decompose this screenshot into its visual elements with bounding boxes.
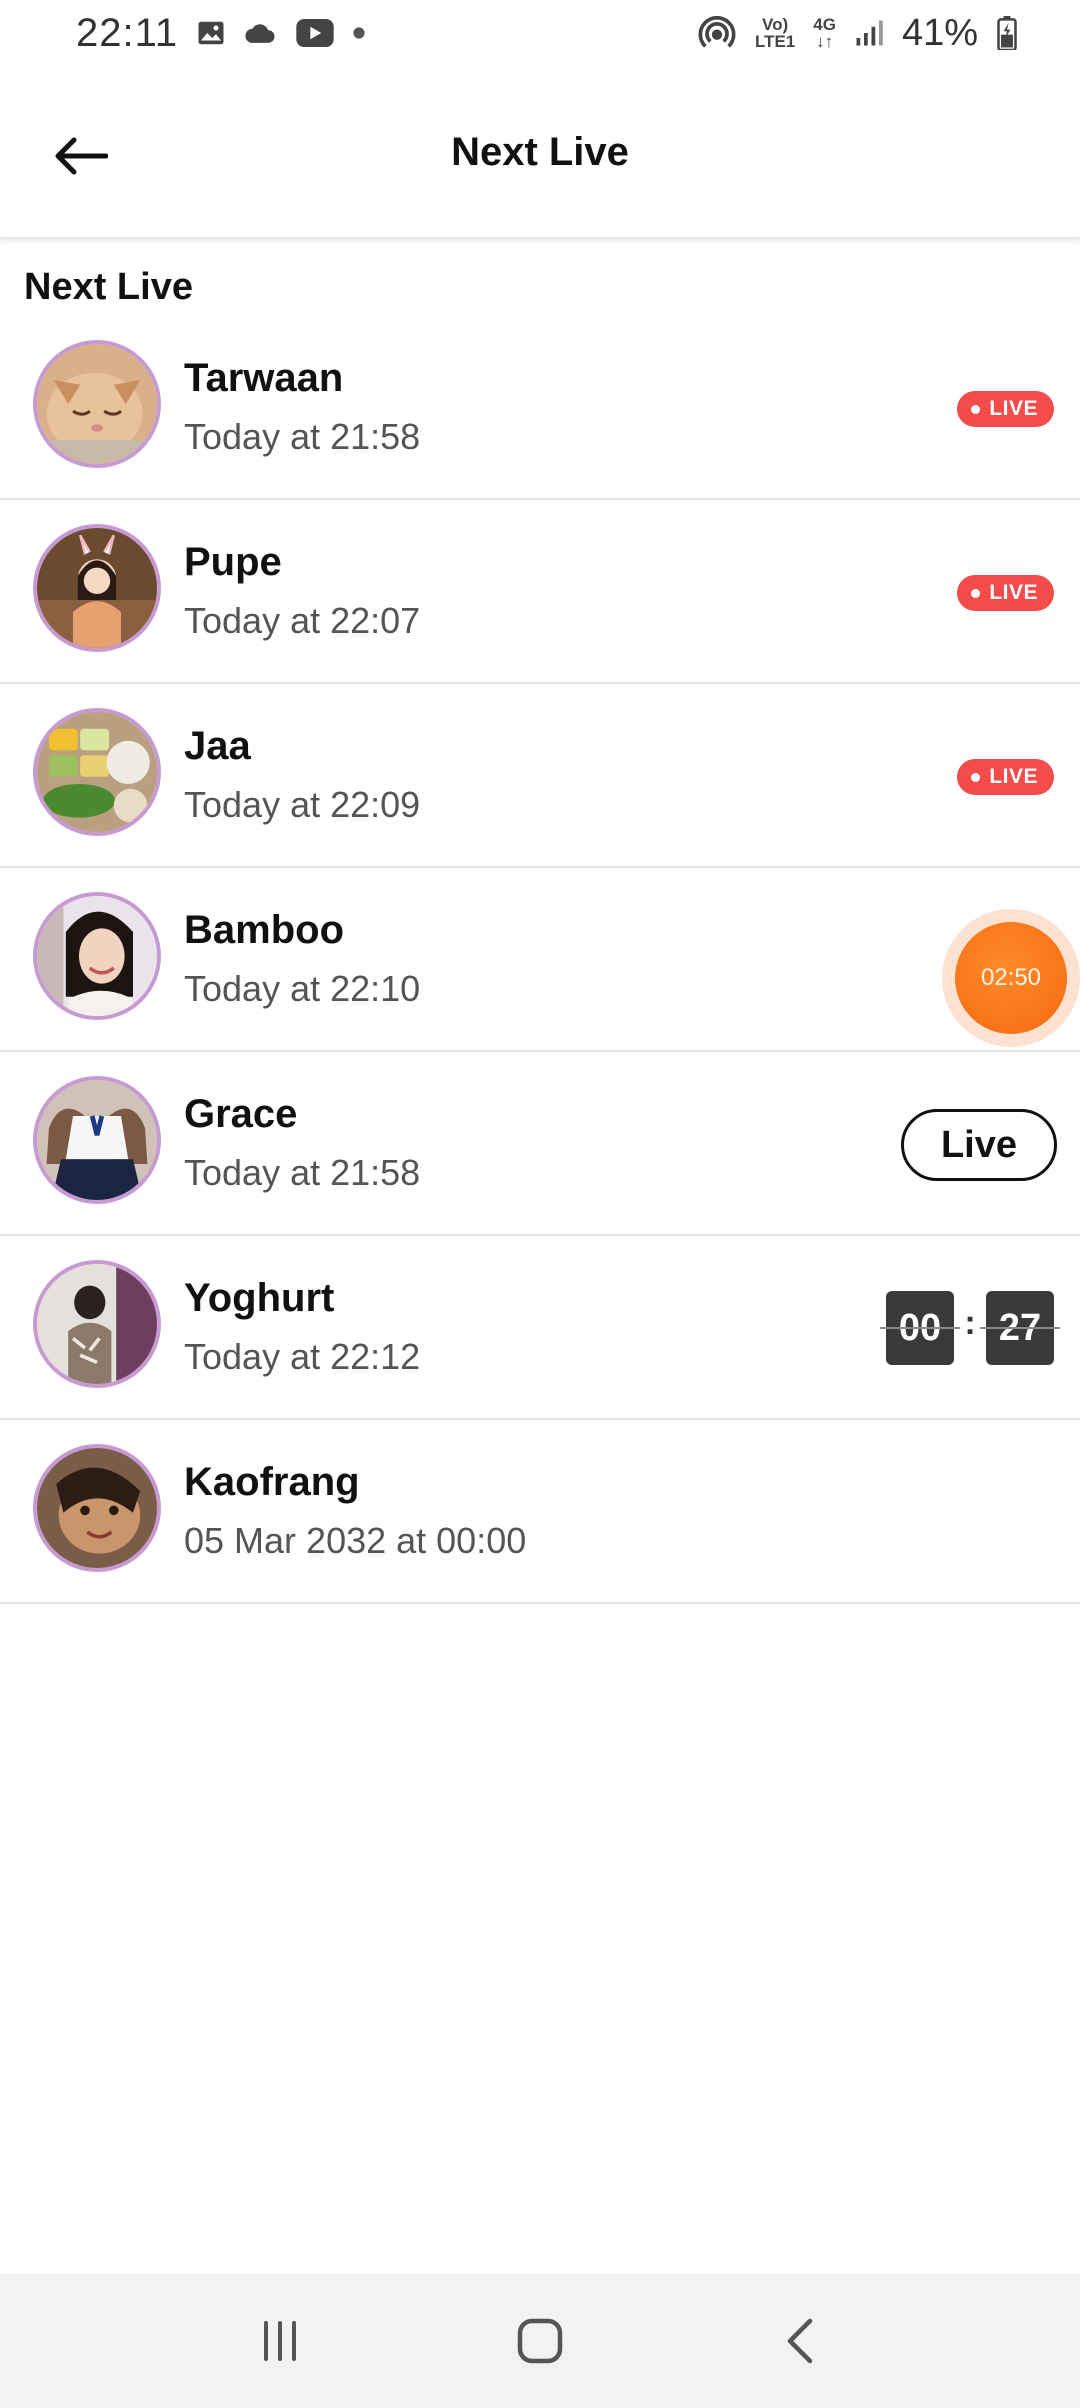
row-name: Bamboo xyxy=(184,908,344,952)
recents-icon xyxy=(264,2321,296,2361)
status-bar-left: 22:11 xyxy=(76,11,366,56)
row-time: 05 Mar 2032 at 00:00 xyxy=(184,1520,527,1561)
cloud-icon xyxy=(244,20,278,46)
app-bar: Next Live xyxy=(0,66,1080,238)
avatar xyxy=(33,708,161,836)
hotspot-icon xyxy=(697,13,737,53)
flip-clock-seconds: 27 xyxy=(980,1291,1060,1365)
row-name: Kaofrang xyxy=(184,1460,360,1504)
battery-charging-icon xyxy=(996,16,1018,50)
live-badge-label: LIVE xyxy=(989,765,1038,788)
recents-button[interactable] xyxy=(230,2291,330,2391)
volte-indicator: Vo) LTE1 xyxy=(755,16,795,50)
list-item[interactable]: Yoghurt Today at 22:12 00 : 27 xyxy=(0,1236,1080,1420)
flip-clock-timer: 00 : 27 xyxy=(880,1291,1060,1365)
live-list: Tarwaan Today at 21:58 LIVE Pupe Today a… xyxy=(0,316,1080,1604)
row-name: Jaa xyxy=(184,724,251,768)
signal-icon xyxy=(854,18,884,48)
row-time: Today at 21:58 xyxy=(184,416,421,457)
live-dot-icon xyxy=(971,588,981,598)
chevron-left-icon xyxy=(787,2318,813,2364)
back-button[interactable] xyxy=(40,116,120,196)
status-bar: 22:11 Vo) LTE1 4G ↓↑ 41% xyxy=(0,0,1080,66)
row-time: Today at 22:12 xyxy=(184,1336,421,1377)
arrow-left-icon xyxy=(55,137,108,175)
home-button[interactable] xyxy=(490,2291,590,2391)
avatar xyxy=(33,1260,161,1388)
live-dot-icon xyxy=(971,404,981,414)
live-badge[interactable]: LIVE xyxy=(957,391,1054,427)
system-back-button[interactable] xyxy=(750,2291,850,2391)
list-item[interactable]: Kaofrang 05 Mar 2032 at 00:00 xyxy=(0,1420,1080,1604)
list-item[interactable]: Tarwaan Today at 21:58 LIVE xyxy=(0,316,1080,500)
row-name: Pupe xyxy=(184,540,282,584)
row-name: Grace xyxy=(184,1092,298,1136)
home-icon xyxy=(517,2318,563,2364)
status-bar-right: Vo) LTE1 4G ↓↑ 41% xyxy=(697,12,1018,55)
avatar xyxy=(33,892,161,1020)
avatar xyxy=(33,340,161,468)
gallery-icon xyxy=(196,18,226,48)
flip-clock-minutes: 00 xyxy=(880,1291,960,1365)
youtube-icon xyxy=(296,19,334,47)
section-title: Next Live xyxy=(24,266,193,308)
notification-dot-icon xyxy=(352,26,366,40)
live-badge-label: LIVE xyxy=(989,581,1038,604)
live-badge[interactable]: LIVE xyxy=(957,759,1054,795)
live-dot-icon xyxy=(971,772,981,782)
row-time: Today at 22:09 xyxy=(184,784,421,825)
avatar xyxy=(33,1444,161,1572)
row-name: Yoghurt xyxy=(184,1276,335,1320)
avatar xyxy=(33,524,161,652)
list-item[interactable]: Grace Today at 21:58 Live xyxy=(0,1052,1080,1236)
list-item[interactable]: Pupe Today at 22:07 LIVE xyxy=(0,500,1080,684)
avatar xyxy=(33,1076,161,1204)
flip-clock-separator: : xyxy=(964,1303,976,1342)
page-title: Next Live xyxy=(451,129,629,174)
countdown-label: 02:50 xyxy=(955,922,1067,1034)
list-item[interactable]: Bamboo Today at 22:10 02:50 xyxy=(0,868,1080,1052)
row-time: Today at 22:10 xyxy=(184,968,421,1009)
network-type-label: 4G xyxy=(813,15,836,34)
next-live-screen: 22:11 Vo) LTE1 4G ↓↑ 41% Next Live Next … xyxy=(0,0,1080,2408)
live-badge-label: LIVE xyxy=(989,397,1038,420)
live-badge[interactable]: LIVE xyxy=(957,575,1054,611)
network-type-indicator: 4G ↓↑ xyxy=(813,15,836,51)
battery-percent: 41% xyxy=(901,11,978,54)
status-time: 22:11 xyxy=(76,10,179,55)
row-time: Today at 21:58 xyxy=(184,1152,421,1193)
system-nav-bar xyxy=(0,2274,1080,2408)
countdown-timer[interactable]: 02:50 xyxy=(942,909,1080,1047)
row-name: Tarwaan xyxy=(184,356,344,400)
live-button[interactable]: Live xyxy=(901,1109,1057,1181)
lte-label: LTE1 xyxy=(754,32,796,51)
row-time: Today at 22:07 xyxy=(184,600,421,641)
list-item[interactable]: Jaa Today at 22:09 LIVE xyxy=(0,684,1080,868)
